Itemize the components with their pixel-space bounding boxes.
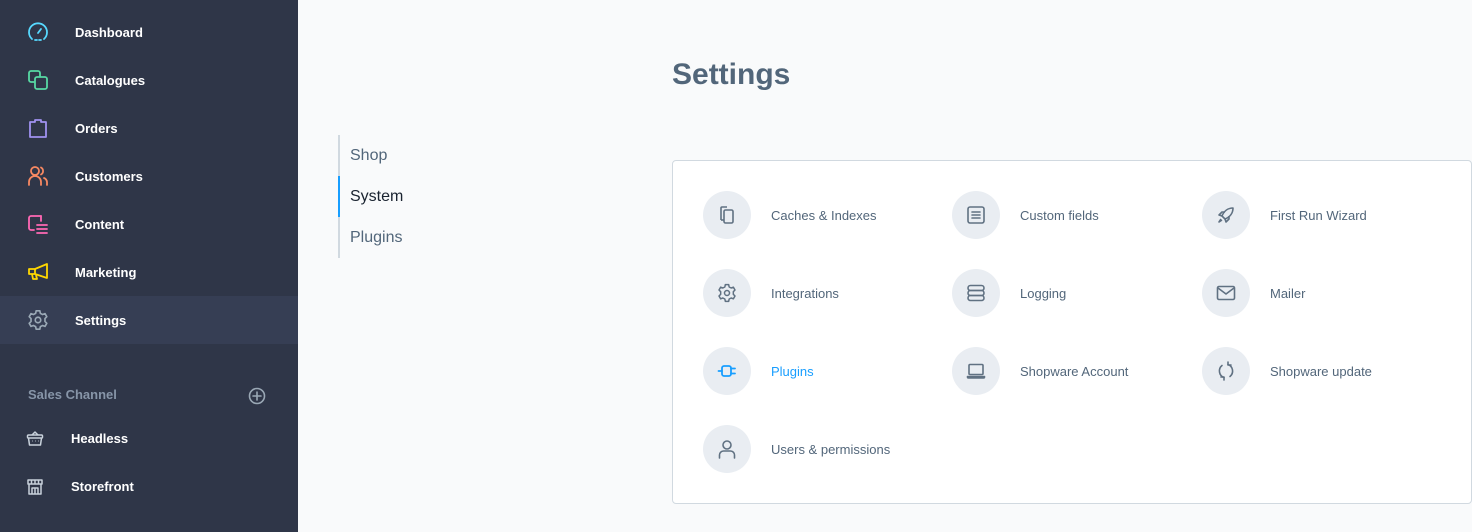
setting-label: Plugins <box>771 363 814 379</box>
settings-tabs: Shop System Plugins <box>338 135 538 258</box>
setting-label: Custom fields <box>1020 207 1099 223</box>
sidebar-item-settings[interactable]: Settings <box>0 296 298 344</box>
customers-icon <box>26 164 50 188</box>
setting-label: Mailer <box>1270 285 1306 301</box>
setting-caches-indexes[interactable]: Caches & Indexes <box>703 191 943 239</box>
sales-channel-header: Sales Channel <box>28 384 278 408</box>
sidebar-item-label: Dashboard <box>75 24 143 40</box>
database-icon <box>952 269 1000 317</box>
user-icon <box>703 425 751 473</box>
sidebar-item-label: Catalogues <box>75 72 146 88</box>
refresh-icon <box>1202 347 1250 395</box>
setting-label: Caches & Indexes <box>771 207 877 223</box>
setting-label: Logging <box>1020 285 1067 301</box>
page-title: Settings <box>672 58 791 91</box>
sidebar-item-label: Marketing <box>75 264 137 280</box>
setting-logging[interactable]: Logging <box>952 269 1192 317</box>
sidebar-item-label: Orders <box>75 120 118 136</box>
tab-shop[interactable]: Shop <box>338 135 538 176</box>
gear-icon <box>703 269 751 317</box>
setting-label: Integrations <box>771 285 839 301</box>
sidebar-item-dashboard[interactable]: Dashboard <box>0 8 298 56</box>
setting-label: Shopware Account <box>1020 363 1129 379</box>
setting-plugins[interactable]: Plugins <box>703 347 943 395</box>
sidebar-item-customers[interactable]: Customers <box>0 152 298 200</box>
settings-icon <box>26 308 50 332</box>
tab-plugins[interactable]: Plugins <box>338 217 538 258</box>
setting-label: Users & permissions <box>771 441 891 457</box>
dashboard-icon <box>26 20 50 44</box>
sidebar: Dashboard Catalogues Orders Customers Co… <box>0 0 298 532</box>
setting-shopware-update[interactable]: Shopware update <box>1202 347 1442 395</box>
setting-label: Shopware update <box>1270 363 1372 379</box>
laptop-icon <box>952 347 1000 395</box>
add-circle-icon[interactable] <box>248 387 266 405</box>
envelope-icon <box>1202 269 1250 317</box>
settings-card: Caches & Indexes Custom fields First Run… <box>672 160 1472 504</box>
documents-icon <box>703 191 751 239</box>
sidebar-item-label: Customers <box>75 168 143 184</box>
content-icon <box>26 212 50 236</box>
storefront-icon <box>26 478 46 498</box>
setting-custom-fields[interactable]: Custom fields <box>952 191 1192 239</box>
plug-icon <box>703 347 751 395</box>
setting-mailer[interactable]: Mailer <box>1202 269 1442 317</box>
sidebar-item-orders[interactable]: Orders <box>0 104 298 152</box>
sidebar-item-label: Settings <box>75 312 127 328</box>
marketing-icon <box>26 260 50 284</box>
catalogues-icon <box>26 68 50 92</box>
tab-system[interactable]: System <box>338 176 538 217</box>
sales-channel-item-storefront[interactable]: Storefront <box>0 464 298 512</box>
setting-label: First Run Wizard <box>1270 207 1367 223</box>
setting-shopware-account[interactable]: Shopware Account <box>952 347 1192 395</box>
sidebar-item-marketing[interactable]: Marketing <box>0 248 298 296</box>
setting-users-permissions[interactable]: Users & permissions <box>703 425 943 473</box>
rocket-icon <box>1202 191 1250 239</box>
sales-channel-item-headless[interactable]: Headless <box>0 416 298 464</box>
setting-first-run-wizard[interactable]: First Run Wizard <box>1202 191 1442 239</box>
sidebar-item-label: Content <box>75 216 125 232</box>
setting-integrations[interactable]: Integrations <box>703 269 943 317</box>
sales-channel-label: Headless <box>71 431 129 446</box>
basket-icon <box>26 430 46 450</box>
sales-channel-title: Sales Channel <box>28 387 117 402</box>
list-icon <box>952 191 1000 239</box>
sales-channel-label: Storefront <box>71 479 134 494</box>
orders-icon <box>26 116 50 140</box>
sidebar-item-content[interactable]: Content <box>0 200 298 248</box>
sidebar-item-catalogues[interactable]: Catalogues <box>0 56 298 104</box>
